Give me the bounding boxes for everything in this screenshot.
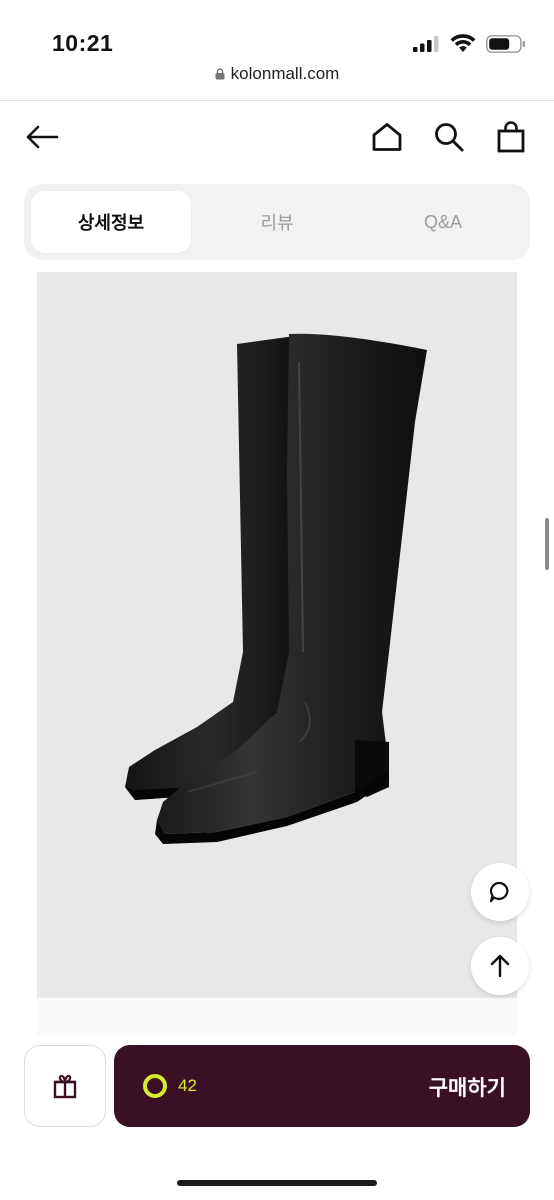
chat-button[interactable] <box>471 863 529 921</box>
back-button[interactable] <box>24 119 60 155</box>
home-icon <box>372 123 402 151</box>
status-time: 10:21 <box>52 30 114 56</box>
arrow-up-icon <box>490 954 510 978</box>
search-button[interactable] <box>431 119 467 155</box>
arrow-left-icon <box>26 125 59 149</box>
home-indicator <box>177 1180 377 1186</box>
cart-button[interactable] <box>493 119 529 155</box>
chat-bubble-icon <box>489 881 509 903</box>
buy-button[interactable]: 42 구매하기 <box>114 1045 530 1127</box>
ring-icon <box>143 1074 167 1098</box>
scroll-top-button[interactable] <box>471 937 529 995</box>
boots-illustration <box>125 333 427 844</box>
gift-icon <box>53 1074 77 1099</box>
tab-details[interactable]: 상세정보 <box>31 191 191 253</box>
wifi-icon <box>450 34 476 52</box>
lock-icon <box>215 68 225 80</box>
top-nav <box>0 101 554 173</box>
home-button[interactable] <box>369 119 405 155</box>
detail-tabs: 상세정보 리뷰 Q&A <box>24 184 530 260</box>
gift-button[interactable] <box>24 1045 106 1127</box>
cellular-signal-icon <box>413 36 439 52</box>
battery-icon <box>486 35 526 53</box>
buy-label: 구매하기 <box>428 1077 506 1100</box>
buy-count: 42 <box>178 1076 197 1095</box>
status-bar: 10:21 <box>0 0 554 60</box>
scrollbar[interactable] <box>545 518 549 570</box>
tab-reviews[interactable]: 리뷰 <box>197 191 357 253</box>
address-bar[interactable]: kolonmall.com <box>0 64 554 94</box>
shopping-bag-icon <box>497 121 525 153</box>
url-text: kolonmall.com <box>230 64 340 83</box>
product-image <box>37 272 517 998</box>
content-continuation <box>37 998 517 1036</box>
search-icon <box>435 123 464 152</box>
tab-qna[interactable]: Q&A <box>363 191 523 253</box>
